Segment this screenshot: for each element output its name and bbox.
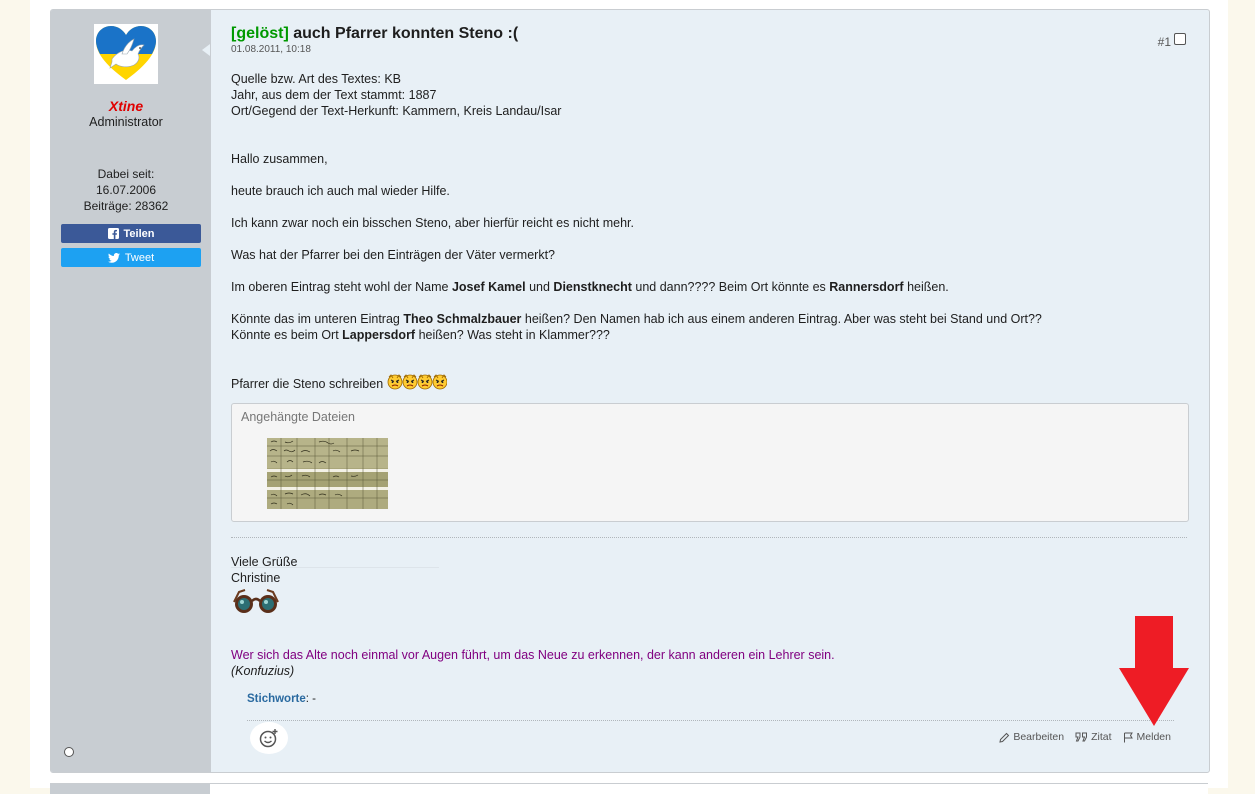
report-button[interactable]: Melden	[1123, 731, 1171, 743]
quote-icon	[1075, 732, 1088, 742]
title-text: auch Pfarrer konnten Steno :(	[293, 25, 519, 42]
attachments-title: Angehängte Dateien	[241, 410, 355, 424]
footer-separator	[247, 720, 1174, 721]
attachments-box: Angehängte Dateien	[231, 403, 1189, 522]
facebook-share-label: Teilen	[123, 227, 155, 240]
post-number[interactable]: #1	[1158, 35, 1171, 49]
dove-heart-avatar[interactable]	[94, 24, 158, 84]
angry-smileys	[387, 374, 447, 390]
glasses-icon	[233, 589, 279, 613]
edit-button[interactable]: Bearbeiten	[999, 731, 1064, 743]
title-prefix: [gelöst]	[231, 25, 289, 42]
signature-underline	[231, 567, 439, 568]
body-paragraph-3: Was hat der Pfarrer bei den Einträgen de…	[231, 248, 555, 262]
body-paragraph-6: Könnte es beim Ort Lappersdorf heißen? W…	[231, 328, 610, 342]
bold-theo-schmalzbauer: Theo Schmalzbauer	[403, 312, 522, 326]
attachment-thumbnail[interactable]	[267, 438, 388, 509]
post-actions: Bearbeiten Zitat Melden	[999, 731, 1171, 743]
post-arrow-notch	[202, 44, 210, 56]
signature-name: Christine	[231, 571, 281, 585]
flag-icon	[1123, 732, 1133, 742]
body-year-line: Jahr, aus dem der Text stammt: 1887	[231, 88, 437, 102]
next-post-edge	[50, 783, 1208, 794]
facebook-icon	[107, 228, 119, 239]
add-reaction-button[interactable]	[250, 722, 288, 754]
text-run: heißen.	[903, 280, 949, 294]
body-source-line: Quelle bzw. Art des Textes: KB	[231, 72, 401, 86]
tags-label[interactable]: Stichworte	[247, 693, 306, 705]
add-reaction-icon	[259, 729, 278, 748]
post-date[interactable]: 01.08.2011, 10:18	[231, 44, 311, 55]
bold-rannersdorf: Rannersdorf	[829, 280, 904, 294]
text-run: heißen? Was steht in Klammer???	[415, 328, 610, 342]
author-username[interactable]: Xtine	[51, 98, 201, 114]
text-run: Könnte es beim Ort	[231, 328, 343, 342]
twitter-share-button[interactable]: Tweet	[61, 248, 201, 267]
body-paragraph-4: Im oberen Eintrag steht wohl der Name Jo…	[231, 280, 949, 294]
signature-quote-author: (Konfuzius)	[231, 664, 295, 678]
bold-dienstknecht: Dienstknecht	[553, 280, 632, 294]
twitter-share-label: Tweet	[124, 251, 155, 264]
post-title[interactable]: [gelöst] auch Pfarrer konnten Steno :(	[231, 25, 518, 43]
next-post-content-edge	[210, 784, 1208, 794]
twitter-icon	[107, 252, 120, 263]
body-paragraph-5: Könnte das im unteren Eintrag Theo Schma…	[231, 312, 1042, 326]
text-run: und dann???? Beim Ort könnte es	[631, 280, 830, 294]
signature-quote: Wer sich das Alte noch einmal vor Augen …	[231, 648, 835, 662]
angry-smiley-icon	[387, 374, 447, 390]
author-title: Administrator	[89, 115, 163, 129]
forum-post: Xtine Administrator Dabei seit: 16.07.20…	[50, 9, 1210, 773]
joined-date: 16.07.2006	[95, 183, 157, 197]
bold-lappersdorf: Lappersdorf	[342, 328, 416, 342]
post-author-sidebar: Xtine Administrator Dabei seit: 16.07.20…	[51, 10, 211, 772]
post-content: [gelöst] auch Pfarrer konnten Steno :( 0…	[211, 10, 1209, 772]
quote-button[interactable]: Zitat	[1075, 731, 1112, 743]
online-status-icon	[64, 747, 74, 757]
text-run: Pfarrer die Steno schreiben	[231, 377, 387, 391]
signature-separator	[231, 537, 1187, 538]
bold-name-josef-kamel: Josef Kamel	[451, 280, 526, 294]
edit-label: Bearbeiten	[1013, 731, 1065, 743]
body-paragraph-1: heute brauch ich auch mal wieder Hilfe.	[231, 184, 450, 198]
post-count: Beiträge: 28362	[83, 199, 169, 213]
body-greeting: Hallo zusammen,	[231, 152, 328, 166]
joined-label: Dabei seit:	[97, 167, 155, 181]
facebook-share-button[interactable]: Teilen	[61, 224, 201, 243]
tags-value: : -	[305, 693, 317, 705]
body-paragraph-2: Ich kann zwar noch ein bisschen Steno, a…	[231, 216, 634, 230]
pencil-icon	[999, 732, 1010, 743]
text-run: Könnte das im unteren Eintrag	[231, 312, 404, 326]
body-paragraph-7: Pfarrer die Steno schreiben	[231, 374, 447, 391]
report-label: Melden	[1136, 731, 1171, 743]
post-tags: Stichworte: -	[247, 693, 316, 705]
text-run: Im oberen Eintrag steht wohl der Name	[231, 280, 452, 294]
text-run: heißen? Den Namen hab ich aus einem ande…	[521, 312, 1042, 326]
post-select-checkbox[interactable]	[1174, 33, 1186, 45]
text-run: und	[525, 280, 554, 294]
body-place-line: Ort/Gegend der Text-Herkunft: Kammern, K…	[231, 104, 562, 118]
red-arrow-annotation	[1119, 616, 1189, 726]
quote-label: Zitat	[1091, 731, 1112, 743]
